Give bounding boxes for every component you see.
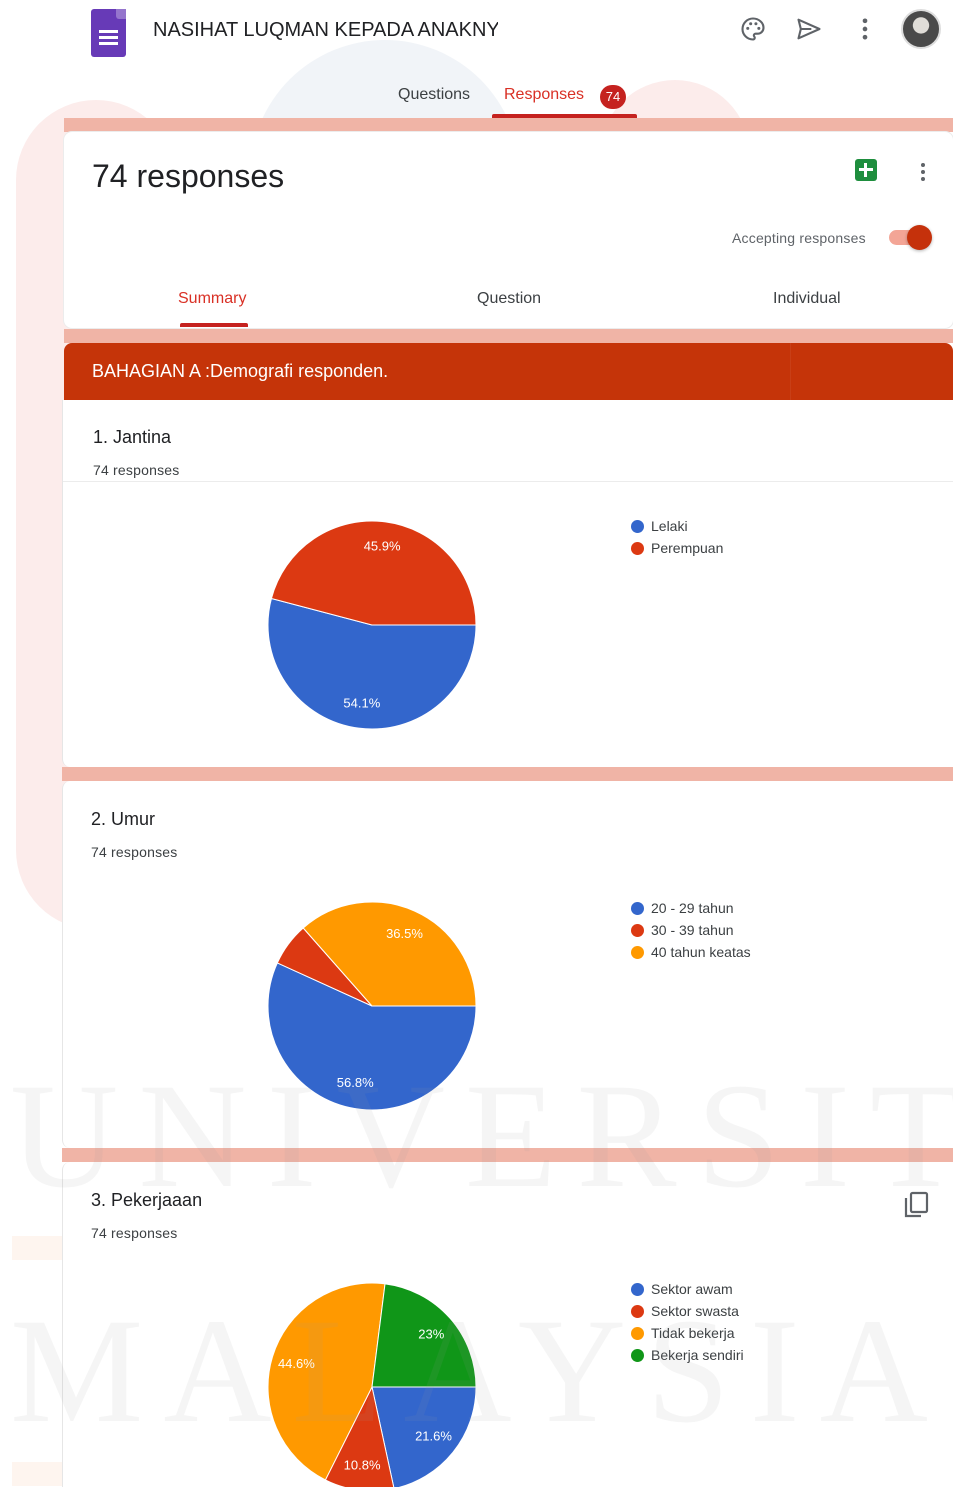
legend-item-perempuan[interactable]: Perempuan	[631, 537, 723, 559]
app-header: NASIHAT LUQMAN KEPADA ANAKNYA Questions …	[0, 0, 953, 118]
legend-label: 20 - 29 tahun	[651, 900, 734, 916]
question-title: 2. Umur	[91, 809, 156, 829]
question-response-count: 74 responses	[91, 1225, 178, 1241]
more-vert-icon[interactable]	[909, 160, 937, 189]
pie-data-label: 23%	[418, 1327, 444, 1342]
divider	[63, 481, 953, 482]
legend-dot	[631, 1282, 644, 1296]
legend-item-40-tahun-keatas[interactable]: 40 tahun keatas	[631, 941, 751, 963]
form-title[interactable]: NASIHAT LUQMAN KEPADA ANAKNYA	[153, 19, 498, 47]
question-title: 1. Jantina	[93, 427, 172, 447]
legend-label: Sektor swasta	[651, 1303, 739, 1319]
pie-chart-jantina: 54.1% 45.9%	[267, 520, 477, 730]
question-card-umur: 2. Umur 74 responses 56.8% 36.5% 20 - 29 …	[62, 781, 953, 1148]
legend-item-tidak-bekerja[interactable]: Tidak bekerja	[631, 1322, 744, 1344]
pie-data-label: 54.1%	[343, 695, 380, 710]
more-vert-icon[interactable]	[850, 14, 880, 44]
chart-legend: Sektor awam Sektor swasta Tidak bekerja Bek…	[631, 1278, 744, 1366]
legend-label: Tidak bekerja	[651, 1325, 735, 1341]
legend-dot	[631, 1304, 644, 1318]
question-card-pekerjaan: 3. Pekerjaaan 74 responses 21.6% 10.8% 44.…	[62, 1162, 953, 1487]
tab-responses[interactable]: Responses	[504, 86, 584, 104]
tab-questions[interactable]: Questions	[398, 86, 470, 104]
subtab-question[interactable]: Question	[477, 290, 541, 308]
legend-label: Sektor awam	[651, 1281, 733, 1297]
subtab-summary[interactable]: Summary	[178, 290, 246, 308]
legend-dot	[631, 1348, 644, 1362]
send-icon[interactable]	[794, 14, 824, 44]
legend-dot	[631, 901, 644, 915]
pie-data-label: 44.6%	[278, 1356, 315, 1371]
legend-item-sektor-awam[interactable]: Sektor awam	[631, 1278, 744, 1300]
pie-data-label: 36.5%	[386, 926, 423, 941]
responses-count: 74 responses	[92, 158, 285, 194]
form-tabs: Questions Responses 74	[0, 84, 953, 118]
chart-legend: Lelaki Perempuan	[631, 515, 723, 559]
sheets-icon[interactable]	[855, 159, 877, 181]
legend-item-lelaki[interactable]: Lelaki	[631, 515, 723, 537]
legend-label: Lelaki	[651, 518, 688, 534]
pie-data-label: 56.8%	[337, 1075, 374, 1090]
card-separator	[62, 1148, 953, 1162]
question-response-count: 74 responses	[93, 462, 180, 478]
active-subtab-indicator	[180, 323, 248, 327]
card-separator	[62, 767, 953, 781]
subtab-individual[interactable]: Individual	[773, 290, 841, 308]
accepting-responses-toggle[interactable]	[887, 225, 933, 251]
account-avatar[interactable]	[901, 9, 941, 49]
forms-logo-icon[interactable]	[91, 9, 126, 57]
palette-icon[interactable]	[738, 14, 768, 44]
pie-data-label: 10.8%	[344, 1457, 381, 1472]
responses-summary-card: 74 responses Accepting responses Summary…	[64, 132, 953, 328]
pie-chart-umur: 56.8% 36.5%	[267, 901, 477, 1111]
legend-item-bekerja-sendiri[interactable]: Bekerja sendiri	[631, 1344, 744, 1366]
legend-dot	[631, 519, 644, 533]
responses-page: NASIHAT LUQMAN KEPADA ANAKNYA Questions …	[0, 0, 953, 1487]
legend-dot	[631, 945, 644, 959]
chart-legend: 20 - 29 tahun 30 - 39 tahun 40 tahun keata…	[631, 897, 751, 963]
question-title: 3. Pekerjaaan	[91, 1190, 203, 1210]
accepting-responses-label: Accepting responses	[732, 230, 866, 246]
question-card-jantina: 1. Jantina 74 responses 54.1% 45.9% Lelak…	[62, 400, 953, 767]
legend-item-sektor-swasta[interactable]: Sektor swasta	[631, 1300, 744, 1322]
legend-label: Bekerja sendiri	[651, 1347, 744, 1363]
legend-label: 40 tahun keatas	[651, 944, 751, 960]
legend-dot	[631, 923, 644, 937]
legend-dot	[631, 1326, 644, 1340]
responses-count-badge: 74	[600, 85, 626, 109]
legend-label: Perempuan	[651, 540, 724, 556]
legend-item-20-29-tahun[interactable]: 20 - 29 tahun	[631, 897, 751, 919]
section-header: BAHAGIAN A :Demografi responden.	[64, 343, 953, 400]
pie-data-label: 21.6%	[415, 1429, 452, 1444]
copy-chart-icon[interactable]	[903, 1191, 929, 1219]
card-separator	[64, 118, 953, 132]
question-response-count: 74 responses	[91, 844, 178, 860]
legend-label: 30 - 39 tahun	[651, 922, 734, 938]
pie-chart-pekerjaan: 21.6% 10.8% 44.6% 23%	[267, 1282, 477, 1487]
pie-data-label: 45.9%	[364, 539, 401, 554]
legend-item-30-39-tahun[interactable]: 30 - 39 tahun	[631, 919, 751, 941]
card-separator	[64, 329, 953, 343]
legend-dot	[631, 541, 644, 555]
